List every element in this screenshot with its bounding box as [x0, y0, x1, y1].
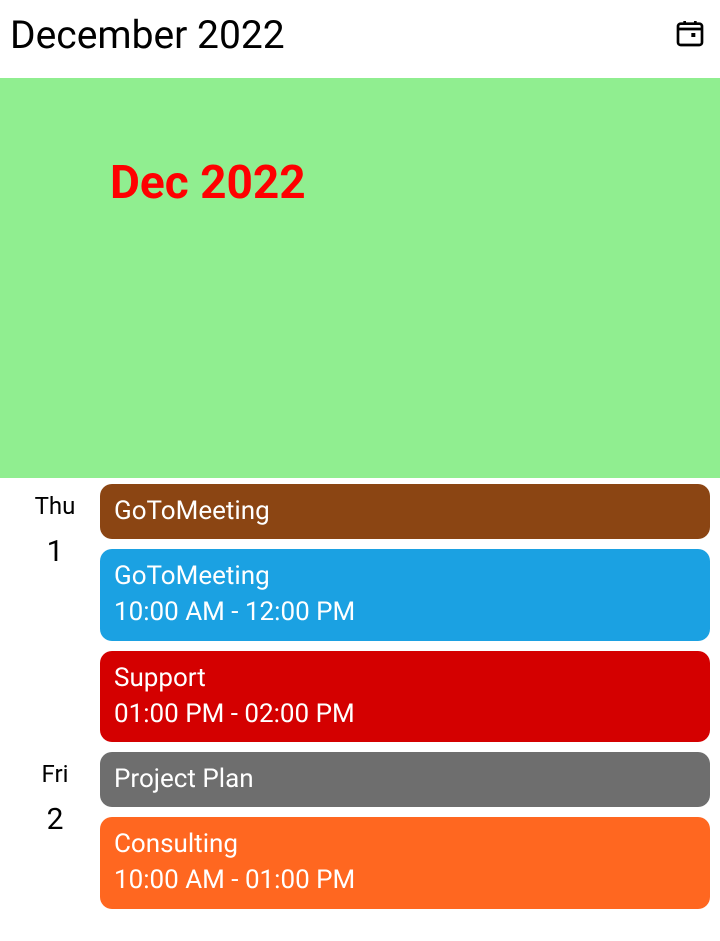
events-column: Project Plan Consulting10:00 AM - 01:00 P…: [100, 752, 710, 909]
event-title: Support: [114, 661, 696, 696]
event-title: Project Plan: [114, 762, 696, 797]
day-name: Fri: [10, 760, 100, 788]
day-column: Fri 2: [10, 752, 100, 909]
day-section: Thu1GoToMeetingGoToMeeting10:00 AM - 12:…: [0, 484, 720, 742]
calendar-icon[interactable]: [674, 17, 706, 53]
month-banner: Dec 2022: [0, 78, 720, 478]
event-title: GoToMeeting: [114, 559, 696, 594]
month-label: Dec 2022: [110, 156, 720, 210]
event-item[interactable]: Consulting10:00 AM - 01:00 PM: [100, 817, 710, 908]
day-column: Thu 1: [10, 484, 100, 742]
event-time: 10:00 AM - 12:00 PM: [114, 594, 696, 630]
header: December 2022: [0, 0, 720, 78]
event-item[interactable]: GoToMeeting: [100, 484, 710, 539]
day-number: 1: [10, 534, 100, 569]
day-name: Thu: [10, 492, 100, 520]
event-time: 01:00 PM - 02:00 PM: [114, 696, 696, 732]
event-time: 10:00 AM - 01:00 PM: [114, 862, 696, 898]
day-section: Fri 2 Project Plan Consulting10:00 AM - 01:…: [0, 752, 720, 909]
event-title: Consulting: [114, 827, 696, 862]
agenda-list: Thu1GoToMeetingGoToMeeting10:00 AM - 12:…: [0, 478, 720, 919]
day-spacer: [0, 909, 720, 919]
event-item[interactable]: GoToMeeting10:00 AM - 12:00 PM: [100, 549, 710, 640]
event-item[interactable]: Support01:00 PM - 02:00 PM: [100, 651, 710, 742]
events-column: GoToMeetingGoToMeeting10:00 AM - 12:00 P…: [100, 484, 710, 742]
day-number: 2: [10, 802, 100, 837]
page-title: December 2022: [10, 12, 285, 58]
event-item[interactable]: Project Plan: [100, 752, 710, 807]
event-title: GoToMeeting: [114, 494, 696, 529]
day-spacer: [0, 742, 720, 752]
